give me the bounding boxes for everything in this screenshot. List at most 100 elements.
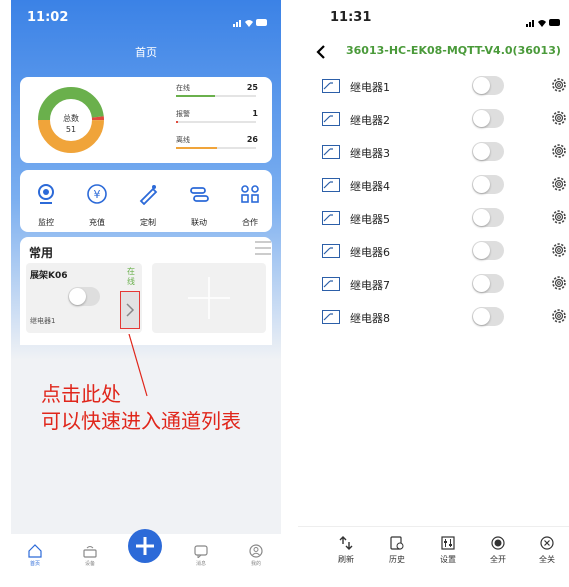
status-donut-chart: 总数 51 xyxy=(38,87,104,153)
tab-messages[interactable]: 消息 xyxy=(181,544,221,567)
stat-value: 26 xyxy=(246,135,258,144)
all-on-icon xyxy=(491,536,505,550)
relay-toggle[interactable] xyxy=(472,208,504,227)
stat-bar xyxy=(176,95,256,97)
stat-value: 25 xyxy=(246,83,258,92)
customize-icon xyxy=(139,185,158,206)
relay-row: 继电器6 xyxy=(298,241,569,267)
tab-label: 刷新 xyxy=(338,555,354,564)
annotation-line-2: 可以快速进入通道列表 xyxy=(41,409,241,433)
tab-settings[interactable]: 设置 xyxy=(428,536,468,565)
home-screen: 11:02 首页 总数 51 在线 25 报警 1 离线 26 监控 ¥ 充值 定制 xyxy=(11,0,281,587)
stat-label: 在线 xyxy=(176,84,190,92)
tab-devices[interactable]: 设备 xyxy=(70,544,110,567)
svg-text:¥: ¥ xyxy=(94,188,101,201)
add-button[interactable] xyxy=(128,529,162,563)
page-title: 首页 xyxy=(135,46,157,59)
gear-icon[interactable] xyxy=(551,176,567,192)
stat-bar-fill xyxy=(176,95,216,97)
stat-bar-fill xyxy=(176,121,178,123)
gear-icon[interactable] xyxy=(551,308,567,324)
status-icons xyxy=(526,13,562,32)
tab-profile[interactable]: 我的 xyxy=(236,544,276,567)
relay-toggle[interactable] xyxy=(472,109,504,128)
relay-row: 继电器8 xyxy=(298,307,569,333)
device-name: 展架K06 xyxy=(30,271,68,281)
cooperation-icon xyxy=(241,185,259,203)
shortcut-customize[interactable]: 定制 xyxy=(122,183,174,228)
stat-bar xyxy=(176,121,256,123)
relay-toggle[interactable] xyxy=(472,241,504,260)
device-channel: 继电器1 xyxy=(30,317,56,325)
signal-wifi-battery-icon xyxy=(526,19,560,27)
relay-icon xyxy=(322,277,340,291)
relay-icon xyxy=(322,244,340,258)
gear-icon[interactable] xyxy=(551,77,567,93)
device-toggle[interactable] xyxy=(68,287,100,306)
all-off-icon xyxy=(540,536,554,550)
relay-name: 继电器5 xyxy=(350,213,390,226)
tab-all-off[interactable]: 全关 xyxy=(527,536,567,565)
shortcut-linkage[interactable]: 联动 xyxy=(173,183,225,228)
shortcut-label: 监控 xyxy=(38,218,54,227)
relay-row: 继电器3 xyxy=(298,142,569,168)
tab-label: 全关 xyxy=(539,555,555,564)
relay-row: 继电器4 xyxy=(298,175,569,201)
relay-row: 继电器1 xyxy=(298,76,569,102)
history-icon xyxy=(390,536,404,550)
device-card[interactable]: 展架K06 在线 继电器1 xyxy=(26,263,142,333)
common-devices-card: 常用 展架K06 在线 继电器1 xyxy=(20,237,272,345)
relay-row: 继电器2 xyxy=(298,109,569,135)
stat-label: 报警 xyxy=(176,110,190,118)
donut-total: 51 xyxy=(66,125,76,134)
tab-bar: 首页 设备 消息 我的 xyxy=(11,529,281,587)
stat-label: 离线 xyxy=(176,136,190,144)
donut-label: 总数 xyxy=(63,113,79,123)
relay-toggle[interactable] xyxy=(472,307,504,326)
stats-card: 总数 51 在线 25 报警 1 离线 26 xyxy=(20,77,272,163)
relay-toggle[interactable] xyxy=(472,76,504,95)
shortcut-label: 充值 xyxy=(89,218,105,227)
relay-toggle[interactable] xyxy=(472,142,504,161)
tab-label: 历史 xyxy=(389,555,405,564)
tab-all-on[interactable]: 全开 xyxy=(478,536,518,565)
back-icon[interactable] xyxy=(316,45,326,59)
shortcut-recharge[interactable]: ¥ 充值 xyxy=(71,183,123,228)
relay-name: 继电器1 xyxy=(350,81,390,94)
menu-icon[interactable] xyxy=(255,241,271,255)
tab-home[interactable]: 首页 xyxy=(15,544,55,567)
page-title: 36013-HC-EK08-MQTT-V4.0(36013) xyxy=(346,44,561,57)
chevron-right-icon xyxy=(126,303,135,317)
tab-history[interactable]: 历史 xyxy=(377,536,417,565)
relay-row: 继电器5 xyxy=(298,208,569,234)
add-device-card[interactable] xyxy=(152,263,266,333)
shortcuts-card: 监控 ¥ 充值 定制 联动 合作 xyxy=(20,170,272,232)
relay-icon xyxy=(322,310,340,324)
tab-label: 消息 xyxy=(195,561,206,567)
gear-icon[interactable] xyxy=(551,209,567,225)
gear-icon[interactable] xyxy=(551,275,567,291)
relay-name: 继电器7 xyxy=(350,279,390,292)
open-channel-list-button[interactable] xyxy=(120,291,140,329)
gear-icon[interactable] xyxy=(551,143,567,159)
status-time: 11:02 xyxy=(27,10,69,25)
stat-bar xyxy=(176,147,256,149)
shortcut-cooperation[interactable]: 合作 xyxy=(224,183,276,228)
relay-toggle[interactable] xyxy=(472,175,504,194)
relay-icon xyxy=(322,79,340,93)
relay-toggle[interactable] xyxy=(472,274,504,293)
tab-label: 首页 xyxy=(29,561,40,567)
stat-bar-fill xyxy=(176,147,217,149)
tab-refresh[interactable]: 刷新 xyxy=(326,536,366,565)
message-icon xyxy=(194,545,208,558)
tab-label: 全开 xyxy=(490,555,506,564)
channel-list-screen: 11:31 36013-HC-EK08-MQTT-V4.0(36013) 继电器… xyxy=(298,0,569,587)
relay-name: 继电器3 xyxy=(350,147,390,160)
gear-icon[interactable] xyxy=(551,242,567,258)
gear-icon[interactable] xyxy=(551,110,567,126)
refresh-icon xyxy=(339,536,353,550)
settings-sliders-icon xyxy=(441,536,455,550)
device-status: 在线 xyxy=(127,267,135,286)
relay-icon xyxy=(322,211,340,225)
shortcut-monitor[interactable]: 监控 xyxy=(20,183,72,228)
